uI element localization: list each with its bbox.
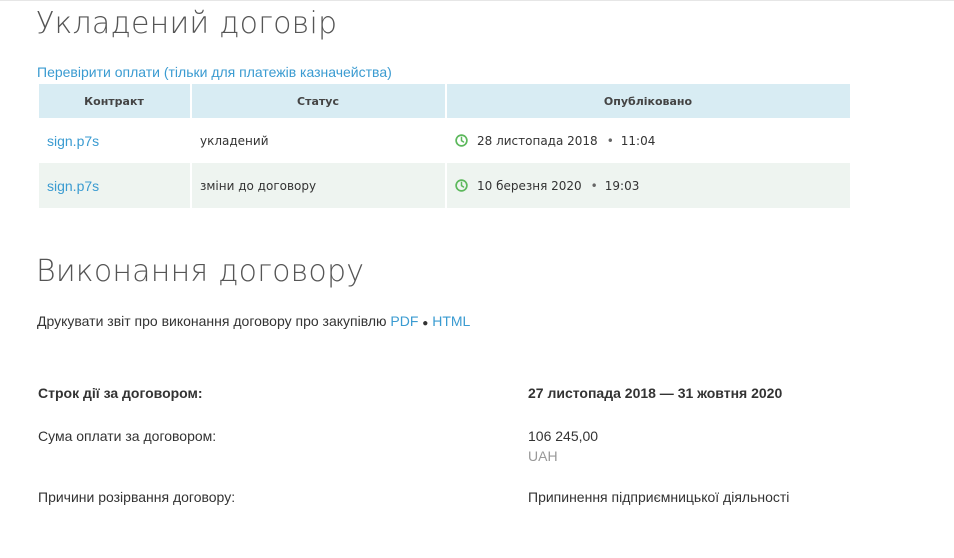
contract-cell: sign.p7s xyxy=(39,118,190,163)
table-header-row: Контракт Статус Опубліковано xyxy=(39,84,850,118)
contract-file-link[interactable]: sign.p7s xyxy=(47,178,99,194)
published-cell: 28 листопада 2018 • 11:04 xyxy=(447,118,850,163)
html-link[interactable]: HTML xyxy=(432,313,470,329)
pdf-link[interactable]: PDF xyxy=(390,313,418,329)
print-report-text: Друкувати звіт про виконання договору пр… xyxy=(37,313,387,329)
termination-value: Припинення підприємницької діяльності xyxy=(528,489,790,505)
published-time: 19:03 xyxy=(604,178,640,193)
check-payments-link[interactable]: Перевірити оплати (тільки для платежів к… xyxy=(37,64,392,80)
published-time: 11:04 xyxy=(620,133,656,148)
status-cell: укладений xyxy=(200,133,269,148)
top-divider xyxy=(0,0,954,1)
print-report-line: Друкувати звіт про виконання договору пр… xyxy=(37,313,470,329)
sum-currency: UAH xyxy=(528,448,558,464)
sum-value-block: 106 245,00 UAH xyxy=(528,428,598,464)
contract-file-link[interactable]: sign.p7s xyxy=(47,133,99,149)
column-header-status: Статус xyxy=(192,84,445,118)
column-header-contract: Контракт xyxy=(39,84,190,118)
table-row: sign.p7s укладений 28 листопада 2018 • 11:… xyxy=(39,118,850,163)
sum-label: Сума оплати за договором: xyxy=(38,428,217,444)
sum-value: 106 245,00 xyxy=(528,428,599,444)
contracts-table: Контракт Статус Опубліковано sign.p7s ук… xyxy=(37,84,852,208)
termination-label: Причини розірвання договору: xyxy=(38,489,236,505)
published-cell: 10 березня 2020 • 19:03 xyxy=(447,163,850,208)
clock-icon xyxy=(455,133,468,147)
term-value: 27 листопада 2018 — 31 жовтня 2020 xyxy=(528,385,783,401)
table-row: sign.p7s зміни до договору 10 березня 20… xyxy=(39,163,850,208)
link-separator: ● xyxy=(422,318,429,329)
clock-icon xyxy=(455,178,468,192)
published-date: 28 листопада 2018 xyxy=(477,133,598,148)
status-cell: зміни до договору xyxy=(192,163,445,208)
published-date: 10 березня 2020 xyxy=(477,178,582,193)
contract-section-title: Укладений договір xyxy=(36,6,338,41)
bullet-separator: • xyxy=(590,178,598,193)
execution-section-title: Виконання договору xyxy=(36,254,365,289)
column-header-published: Опубліковано xyxy=(447,84,850,118)
contract-cell: sign.p7s xyxy=(39,163,190,208)
bullet-separator: • xyxy=(606,133,614,148)
term-label: Строк дії за договором: xyxy=(38,385,203,401)
